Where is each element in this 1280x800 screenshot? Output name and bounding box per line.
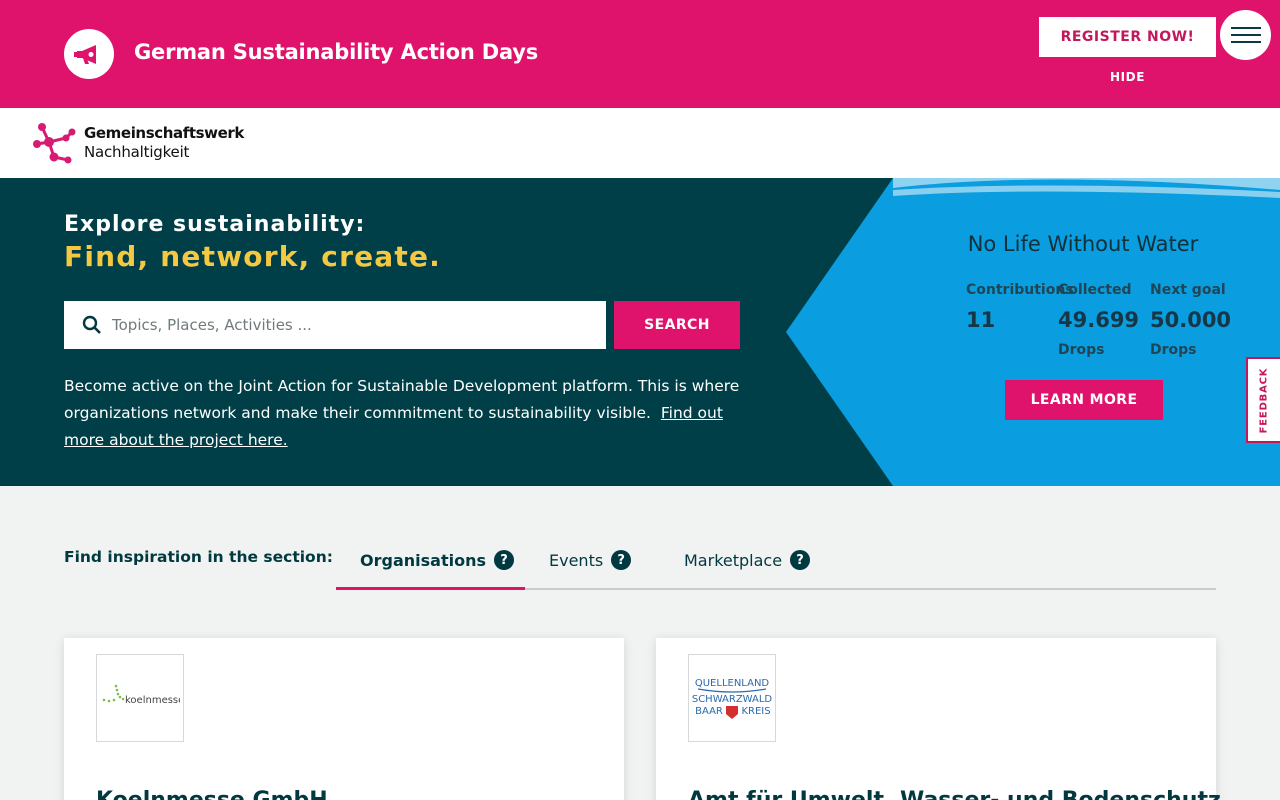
tab-label: Marketplace xyxy=(684,550,783,570)
feedback-label: FEEDBACK xyxy=(1258,367,1270,433)
stat-label: Collected xyxy=(1058,282,1132,298)
logo-text: KREIS xyxy=(741,706,770,717)
hero-description-text: Become active on the Joint Action for Su… xyxy=(64,377,740,422)
tab-label: Organisations xyxy=(360,550,486,570)
card-title: Amt für Umwelt, Wasser- und Bodenschutz xyxy=(688,788,1221,800)
section-tabs: Organisations ? Events ? Marketplace ? xyxy=(336,530,1216,590)
tab-organisations[interactable]: Organisations ? xyxy=(360,530,514,590)
search-icon xyxy=(81,314,103,336)
logo-text: QUELLENLAND xyxy=(695,678,770,689)
banner-title: German Sustainability Action Days xyxy=(134,40,539,64)
register-button[interactable]: REGISTER NOW! xyxy=(1039,17,1216,57)
logo-line-1: Gemeinschaftswerk xyxy=(84,124,244,142)
site-logo[interactable]: Gemeinschaftswerk Nachhaltigkeit xyxy=(32,122,244,164)
feedback-tab[interactable]: FEEDBACK xyxy=(1246,357,1280,443)
organisation-logo: QUELLENLAND SCHWARZWALD BAAR KREIS xyxy=(688,654,776,742)
logo-line-2: Nachhaltigkeit xyxy=(84,143,190,161)
organisation-logo: koelnmesse xyxy=(96,654,184,742)
section-label: Find inspiration in the section: xyxy=(64,548,333,566)
logo-text: SCHWARZWALD xyxy=(692,694,773,705)
hero-heading: Explore sustainability: xyxy=(64,212,366,237)
menu-bar xyxy=(1230,34,1261,36)
active-tab-indicator xyxy=(336,587,525,590)
tab-events[interactable]: Events ? xyxy=(549,530,632,590)
tab-label: Events xyxy=(549,550,604,570)
stat-unit: Drops xyxy=(1150,342,1197,358)
logo-text: BAAR xyxy=(695,706,723,717)
search-button[interactable]: SEARCH xyxy=(614,301,740,349)
site-header: Gemeinschaftswerk Nachhaltigkeit xyxy=(0,108,1280,178)
search-box xyxy=(64,301,606,349)
stat-collected: Collected 49.699 Drops xyxy=(1058,282,1139,358)
organisation-card[interactable]: QUELLENLAND SCHWARZWALD BAAR KREIS Amt f… xyxy=(656,638,1221,800)
hero-subheading: Find, network, create. xyxy=(64,240,442,273)
tab-marketplace[interactable]: Marketplace ? xyxy=(684,530,811,590)
network-logo-icon xyxy=(33,123,76,164)
campaign-title: No Life Without Water xyxy=(967,232,1199,256)
learn-more-button[interactable]: LEARN MORE xyxy=(1005,380,1163,420)
hero-section: Explore sustainability: Find, network, c… xyxy=(0,178,1280,486)
stat-value: 50.000 xyxy=(1150,308,1232,332)
stat-value: 49.699 xyxy=(1058,308,1140,332)
megaphone-icon xyxy=(64,29,114,79)
stat-label: Next goal xyxy=(1150,282,1226,298)
help-icon[interactable]: ? xyxy=(611,550,632,570)
campaign-banner: German Sustainability Action Days REGIST… xyxy=(0,0,1280,108)
logo-text: koelnmesse xyxy=(125,695,180,706)
hide-banner-button[interactable]: HIDE xyxy=(1039,70,1216,84)
stat-unit: Drops xyxy=(1058,342,1105,358)
organisation-card[interactable]: koelnmesse Koelnmesse GmbH xyxy=(64,638,624,800)
menu-bar xyxy=(1230,27,1261,29)
card-title: Koelnmesse GmbH xyxy=(96,788,328,800)
help-icon[interactable]: ? xyxy=(790,550,811,570)
search-input[interactable] xyxy=(112,316,592,334)
hero-description: Become active on the Joint Action for Su… xyxy=(64,373,754,454)
menu-bar xyxy=(1230,41,1261,43)
help-icon[interactable]: ? xyxy=(493,550,514,570)
stat-next-goal: Next goal 50.000 Drops xyxy=(1150,282,1231,358)
hamburger-menu-button[interactable] xyxy=(1220,10,1271,60)
